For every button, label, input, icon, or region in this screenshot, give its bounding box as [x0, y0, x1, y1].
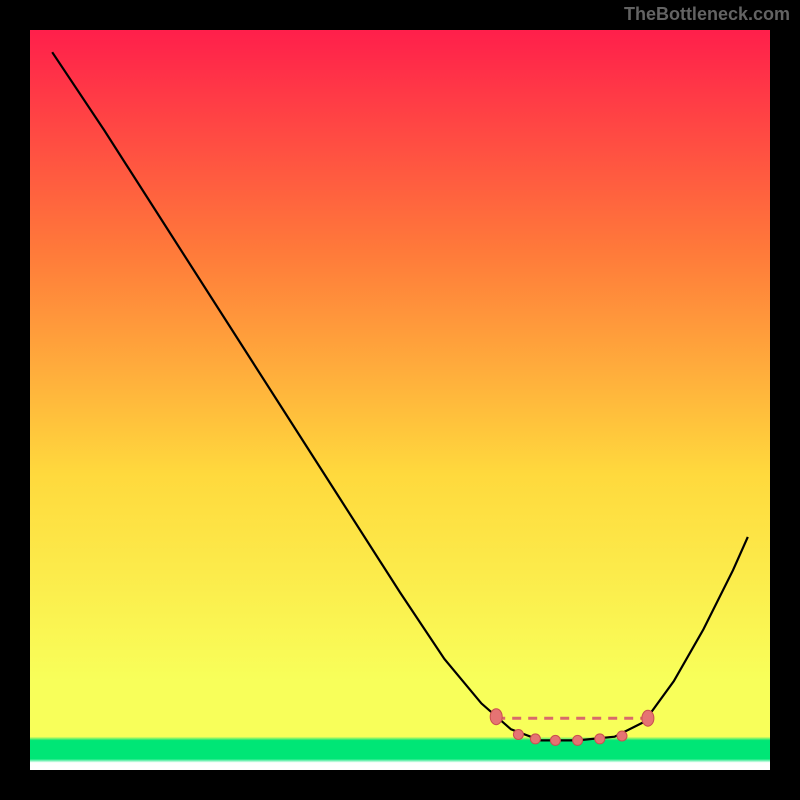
marker-point: [490, 709, 502, 725]
chart-container: TheBottleneck.com: [0, 0, 800, 800]
marker-point: [595, 734, 605, 744]
marker-point: [513, 730, 523, 740]
marker-point: [550, 735, 560, 745]
marker-point: [642, 710, 654, 726]
attribution-text: TheBottleneck.com: [624, 4, 790, 25]
marker-point: [617, 731, 627, 741]
plot-background: [30, 30, 770, 770]
marker-point: [573, 735, 583, 745]
chart-svg: [0, 0, 800, 800]
marker-point: [530, 734, 540, 744]
